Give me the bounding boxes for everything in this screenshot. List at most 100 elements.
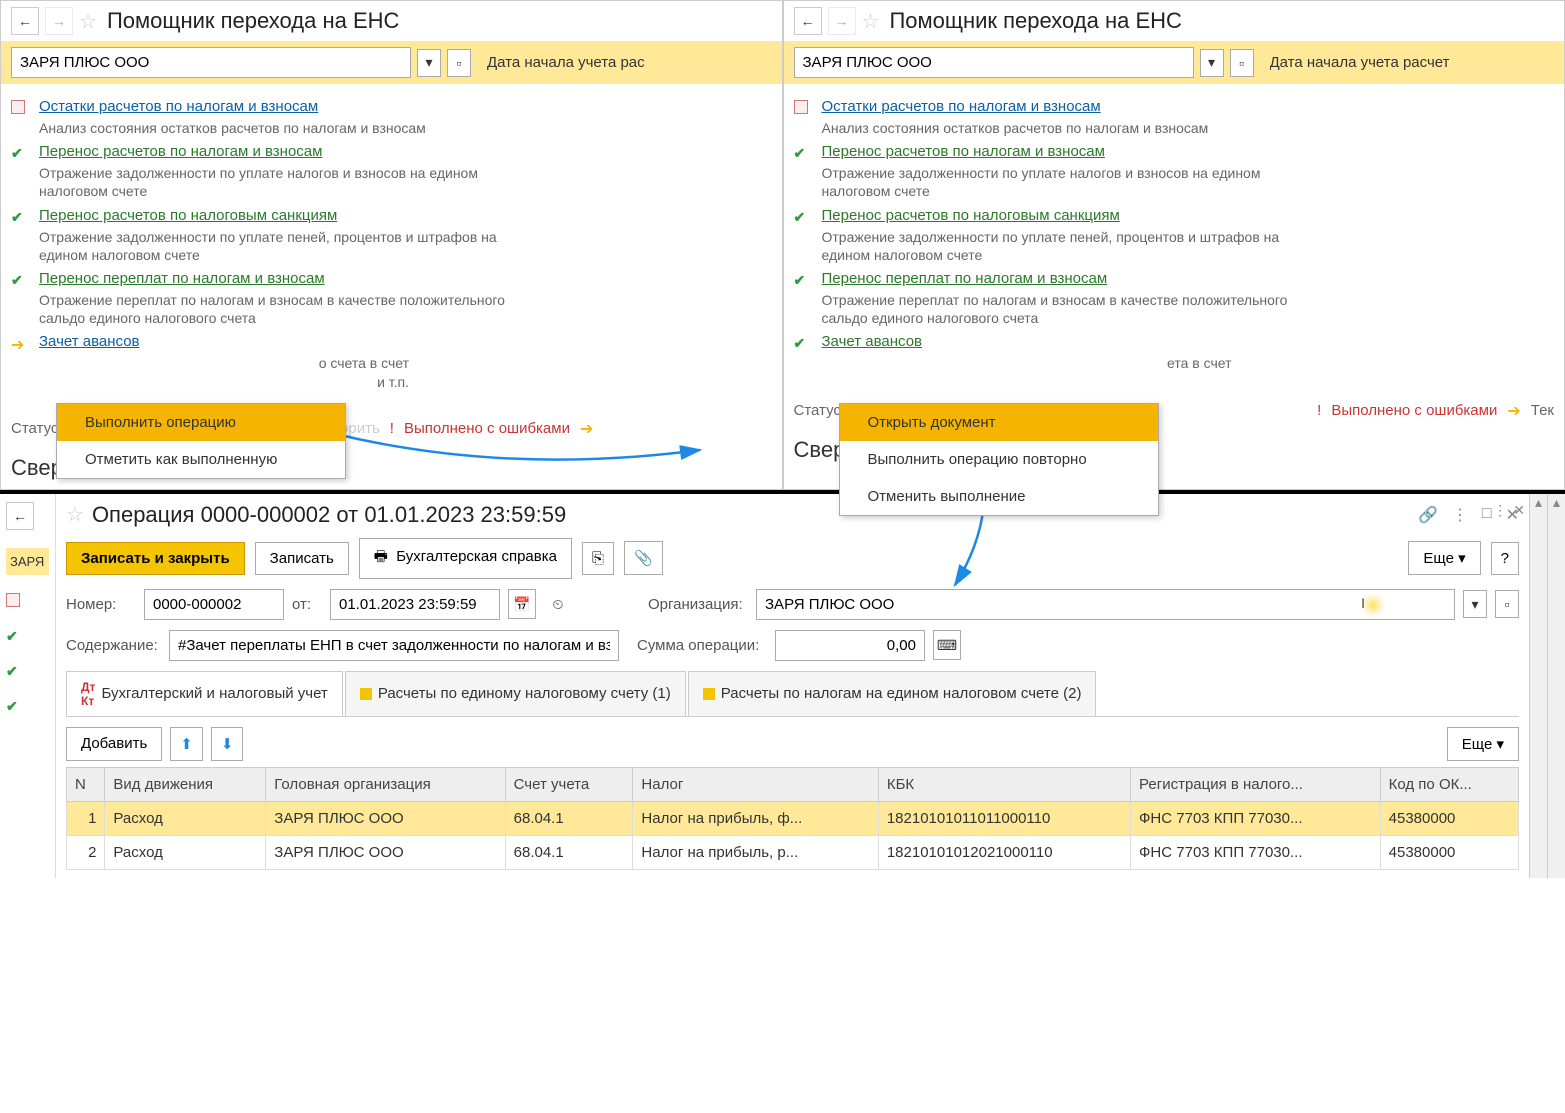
save-button[interactable]: Записать [255,542,349,575]
number-field[interactable] [144,589,284,620]
task-link[interactable]: Остатки расчетов по налогам и взносам [822,98,1101,115]
date-start-label: Дата начала учета расчет [1270,54,1450,71]
more-vert-icon[interactable]: ⋮ [1493,502,1507,519]
table-row[interactable]: 2РасходЗАРЯ ПЛЮС ООО68.04.1Налог на приб… [67,835,1519,869]
check-icon: ✔ [11,145,27,162]
menu-item-open-doc[interactable]: Открыть документ [840,404,1158,441]
add-row-button[interactable]: Добавить [66,727,162,761]
more-vert-icon[interactable]: ⋮ [1452,505,1468,525]
tab-taxes[interactable]: Расчеты по налогам на едином налоговом с… [688,671,1097,716]
task-link[interactable]: Перенос расчетов по налоговым санкциям [39,207,337,224]
task-link[interactable]: Остатки расчетов по налогам и взносам [39,98,318,115]
menu-item-cancel[interactable]: Отменить выполнение [840,478,1158,515]
forward-button[interactable]: → [828,7,856,35]
col-headorg[interactable]: Головная организация [266,767,505,801]
org-dropdown-btn[interactable]: ▾ [1463,590,1487,618]
sum-field[interactable] [775,630,925,661]
org-expand-btn[interactable]: ▫ [1495,590,1519,618]
arrow-right-icon: ➔ [1507,401,1520,421]
task-desc-frag: о счета в счети т.п. [39,354,539,390]
table-row[interactable]: 1РасходЗАРЯ ПЛЮС ООО68.04.1Налог на приб… [67,801,1519,835]
save-close-button[interactable]: Записать и закрыть [66,542,245,575]
back-button[interactable]: ← [11,7,39,35]
task-item: ✔ Перенос расчетов по налогам и взносам … [11,143,772,200]
task-item: ✔ Перенос расчетов по налоговым санкциям… [794,207,1555,264]
favorite-star-icon[interactable]: ☆ [66,502,84,527]
favorite-star-icon[interactable]: ☆ [862,9,880,34]
org-expand-btn[interactable]: ▫ [1230,49,1254,77]
tab-single-account[interactable]: Расчеты по единому налоговому счету (1) [345,671,686,716]
context-menu-left: Выполнить операцию Отметить как выполнен… [56,403,346,479]
org-bar: ▾ ▫ Дата начала учета рас [1,41,782,84]
task-link[interactable]: Перенос расчетов по налогам и взносам [822,143,1105,160]
more-button[interactable]: Еще ▾ [1408,541,1480,575]
col-ok[interactable]: Код по ОК... [1380,767,1518,801]
menu-item-mark-done[interactable]: Отметить как выполненную [57,441,345,478]
check-icon: ✔ [11,209,27,226]
tab-accounting[interactable]: ДтКтБухгалтерский и налоговый учет [66,671,343,716]
tab-icon [360,688,372,700]
link-icon[interactable]: 🔗 [1418,505,1438,525]
right-panel: ← → ☆ Помощник перехода на ЕНС ▾ ▫ Дата … [783,0,1565,490]
org-field[interactable] [756,589,1455,620]
back-button[interactable]: ← [794,7,822,35]
col-type[interactable]: Вид движения [105,767,266,801]
back-button[interactable]: ← [6,502,34,530]
task-link[interactable]: Перенос расчетов по налогам и взносам [39,143,322,160]
task-link[interactable]: Перенос переплат по налогам и взносам [39,270,325,287]
error-icon: ! [390,420,394,437]
status-tek: Тек [1531,402,1554,419]
col-tax[interactable]: Налог [633,767,878,801]
doc-tabs: ДтКтБухгалтерский и налоговый учет Расче… [66,671,1519,717]
org-dropdown-btn[interactable]: ▾ [417,49,441,77]
printer-icon: 🖶 [374,548,388,565]
arrow-right-icon: ➔ [580,419,593,439]
org-select[interactable] [11,47,411,78]
task-desc: Отражение задолженности по уплате пеней,… [822,228,1322,264]
calendar-icon[interactable]: 📅 [508,589,536,619]
context-menu-right: Открыть документ Выполнить операцию повт… [839,403,1159,516]
col-reg[interactable]: Регистрация в налого... [1131,767,1381,801]
strip-org[interactable]: ЗАРЯ [6,548,49,575]
org-dropdown-btn[interactable]: ▾ [1200,49,1224,77]
text-cursor-icon: I [1361,595,1365,611]
favorite-star-icon[interactable]: ☆ [79,9,97,34]
register-button[interactable]: ⎘ [582,542,614,575]
task-item: ➔ Зачет авансов о счета в счети т.п. [11,333,772,390]
date-field[interactable] [330,589,500,620]
col-n[interactable]: N [67,767,105,801]
attach-button[interactable]: 📎 [624,541,663,575]
task-link[interactable]: Зачет авансов [39,333,140,350]
content-field[interactable] [169,630,619,661]
menu-item-execute-again[interactable]: Выполнить операцию повторно [840,441,1158,478]
task-desc: Отражение переплат по налогам и взносам … [822,291,1322,327]
check-icon: ✔ [794,335,810,352]
col-account[interactable]: Счет учета [505,767,633,801]
help-button[interactable]: ? [1491,542,1519,575]
more-button[interactable]: Еще ▾ [1447,727,1519,761]
left-strip: ← ЗАРЯ ✔ ✔ ✔ [0,494,56,878]
doc-toolbar: Записать и закрыть Записать 🖶 Бухгалтерс… [66,538,1519,579]
menu-item-execute[interactable]: Выполнить операцию [57,404,345,441]
org-select[interactable] [794,47,1194,78]
task-item: Остатки расчетов по налогам и взносам Ан… [11,98,772,137]
col-kbk[interactable]: КБК [878,767,1130,801]
task-link[interactable]: Зачет авансов [822,333,923,350]
move-up-button[interactable]: ⬆ [170,727,203,761]
close-icon[interactable]: ✕ [1513,502,1525,519]
scrollbar[interactable]: ▴ [1529,494,1547,878]
org-expand-btn[interactable]: ▫ [447,49,471,77]
date-now-icon[interactable]: ⏲ [544,589,572,619]
calculator-icon[interactable]: ⌨ [933,630,961,660]
print-ref-button[interactable]: 🖶 Бухгалтерская справка [359,538,572,579]
maximize-icon[interactable]: □ [1482,505,1492,525]
status-error: Выполнено с ошибками [404,420,570,437]
doc-main: ⋮ ✕ ☆ Операция 0000-000002 от 01.01.2023… [56,494,1529,878]
task-desc: Отражение задолженности по уплате налого… [39,164,539,200]
forward-button[interactable]: → [45,7,73,35]
task-link[interactable]: Перенос переплат по налогам и взносам [822,270,1108,287]
move-down-button[interactable]: ⬇ [211,727,244,761]
task-link[interactable]: Перенос расчетов по налоговым санкциям [822,207,1120,224]
scrollbar-outer[interactable]: ▴ [1547,494,1565,878]
page-title: Помощник перехода на ЕНС [107,8,399,34]
